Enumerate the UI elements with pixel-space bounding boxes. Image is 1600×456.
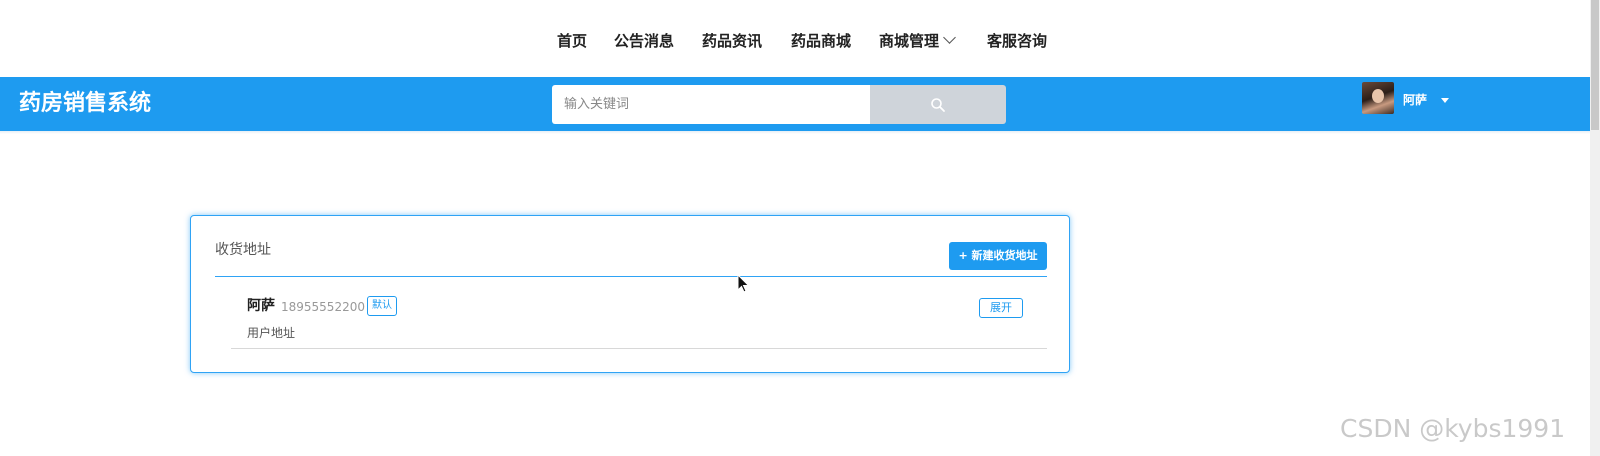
recipient-name: 阿萨: [247, 298, 275, 314]
search-input[interactable]: [552, 85, 870, 124]
search-icon: [931, 98, 945, 112]
recipient-phone: 18955552200: [281, 300, 365, 314]
search-button[interactable]: [870, 85, 1006, 124]
nav-item-mall-management[interactable]: 商城管理: [879, 30, 956, 52]
card-title: 收货地址: [215, 242, 271, 258]
watermark: CSDN @kybs1991: [1340, 414, 1566, 443]
nav-item-mall-management-label: 商城管理: [879, 32, 940, 50]
header-bar: 药房销售系统 阿萨: [0, 77, 1590, 131]
nav-item-drug-mall[interactable]: 药品商城: [791, 30, 851, 52]
chevron-down-icon: [943, 31, 956, 44]
expand-button[interactable]: 展开: [979, 298, 1023, 318]
mouse-cursor-icon: [737, 274, 750, 293]
nav-item-drug-news[interactable]: 药品资讯: [702, 30, 762, 52]
title-divider: [215, 276, 1047, 277]
username[interactable]: 阿萨: [1403, 91, 1427, 109]
top-nav: 首页 公告消息 药品资讯 药品商城 商城管理 客服咨询: [0, 0, 1600, 77]
caret-down-icon[interactable]: [1441, 98, 1449, 103]
header-shadow: [0, 131, 1590, 134]
nav-item-announcements[interactable]: 公告消息: [614, 30, 674, 52]
site-brand[interactable]: 药房销售系统: [19, 90, 151, 118]
default-badge: 默认: [367, 296, 397, 316]
window-scrollbar[interactable]: [1590, 0, 1600, 456]
nav-item-customer-service[interactable]: 客服咨询: [987, 30, 1047, 52]
new-address-button[interactable]: + 新建收货地址: [949, 242, 1047, 270]
avatar[interactable]: [1362, 82, 1394, 114]
address-text: 用户地址: [247, 326, 296, 340]
address-card: 收货地址 + 新建收货地址 阿萨 18955552200 默认 用户地址 展开: [190, 215, 1070, 373]
address-entry: 阿萨 18955552200 默认 用户地址 展开: [231, 286, 1047, 349]
nav-item-home[interactable]: 首页: [557, 30, 587, 52]
scrollbar-thumb[interactable]: [1591, 0, 1599, 130]
